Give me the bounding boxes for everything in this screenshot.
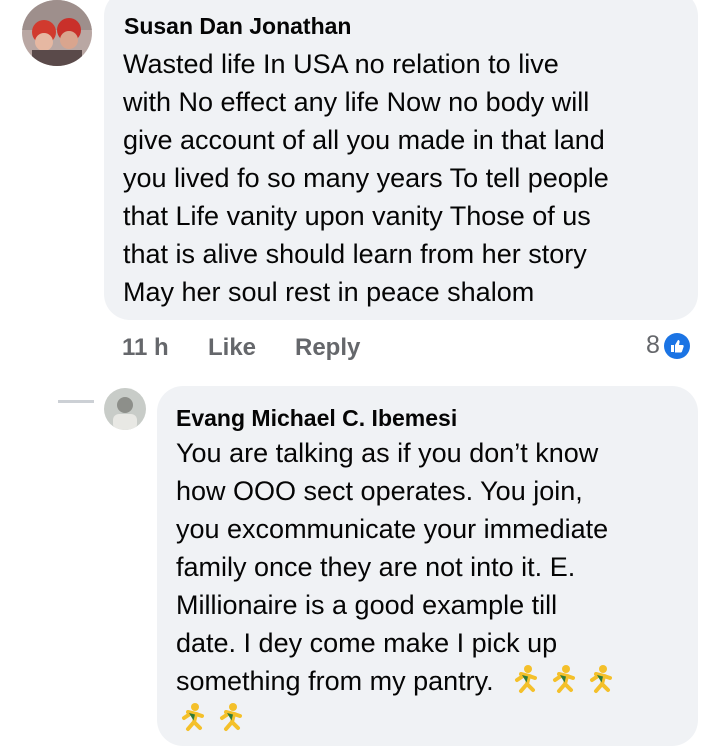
reaction-count[interactable]: 8 [646, 331, 690, 360]
reply-button[interactable]: Reply [295, 334, 360, 362]
comment-line: you lived fo so many years To tell peopl… [123, 163, 609, 193]
avatar[interactable] [22, 0, 92, 66]
comment-line: family once they are not into it. E. [176, 552, 576, 582]
comment-line-with-emoji: something from my pantry. [176, 662, 614, 700]
comment-line: May her soul rest in peace shalom [123, 277, 535, 307]
user-photo [104, 388, 146, 430]
comment-line: You are talking as if you don’t know [176, 438, 599, 468]
user-photo [22, 0, 92, 66]
person-running-emoji [176, 700, 614, 738]
person-running-emoji [509, 665, 614, 696]
comment-line: something from my pantry. [176, 666, 494, 696]
comment-line: give account of all you made in that lan… [123, 125, 605, 155]
comment-line: how OOO sect operates. You join, [176, 476, 583, 506]
comment-line: Millionaire is a good example till [176, 590, 558, 620]
thread-connector [58, 400, 94, 403]
comment-line: Wasted life In USA no relation to live [123, 49, 559, 79]
avatar[interactable] [104, 388, 146, 430]
comment-line: you excommunicate your immediate [176, 514, 609, 544]
comment-author-name[interactable]: Evang Michael C. Ibemesi [176, 404, 457, 432]
comment-line: that Life vanity upon vanity Those of us [123, 201, 591, 231]
comment-author-name[interactable]: Susan Dan Jonathan [124, 12, 351, 40]
thumbs-up-icon [663, 332, 690, 359]
comment-line: date. I dey come make I pick up [176, 628, 558, 658]
reaction-count-label: 8 [646, 331, 660, 359]
comment-text: Wasted life In USA no relation to live w… [123, 45, 609, 311]
like-button[interactable]: Like [208, 334, 256, 362]
comment-text: You are talking as if you don’t know how… [176, 434, 614, 738]
comment-line: with No effect any life Now no body will [123, 87, 590, 117]
timestamp[interactable]: 11 h [122, 334, 169, 362]
comment-line: that is alive should learn from her stor… [123, 239, 587, 269]
